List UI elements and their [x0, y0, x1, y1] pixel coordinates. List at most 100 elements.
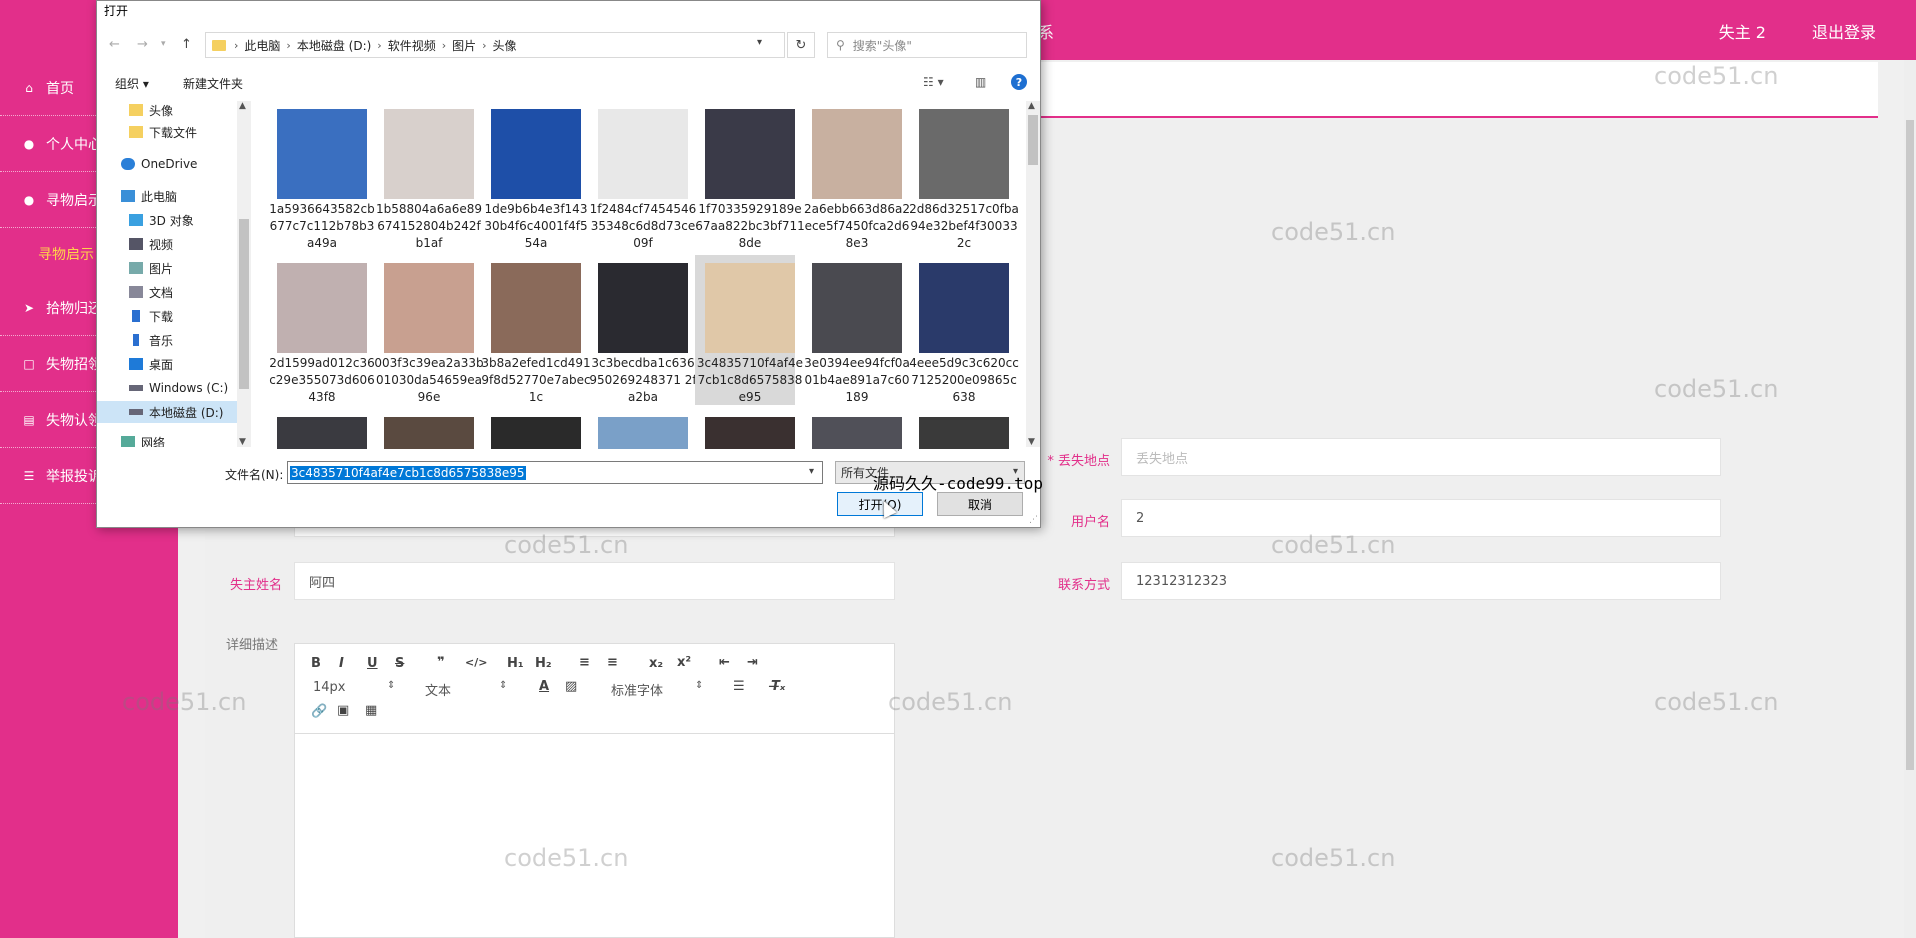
- thumbnail-image[interactable]: [491, 417, 581, 449]
- file-item[interactable]: 2d1599ad012c36c29e355073d60643f8: [267, 255, 375, 405]
- thumbnail-image[interactable]: [812, 417, 902, 449]
- font-size-select[interactable]: 14px: [313, 680, 346, 695]
- resize-grip-icon[interactable]: ⋰: [1029, 515, 1038, 525]
- ordered-list-button[interactable]: ≡: [579, 655, 590, 670]
- video-icon[interactable]: ▦: [365, 703, 377, 718]
- underline-button[interactable]: U: [367, 656, 378, 671]
- file-item[interactable]: 003f3c39ea2a33b01030da54659ea96e: [374, 255, 484, 405]
- preview-pane-icon[interactable]: ▥: [975, 75, 986, 89]
- font-color-button[interactable]: A: [539, 679, 549, 694]
- username-input[interactable]: 2: [1121, 499, 1721, 537]
- background-color-button[interactable]: ▨: [565, 679, 577, 694]
- cancel-button[interactable]: 取消: [937, 492, 1023, 516]
- file-scroll-thumb[interactable]: [1028, 115, 1038, 165]
- breadcrumb-pictures[interactable]: 图片: [452, 37, 476, 54]
- help-icon[interactable]: ?: [1011, 74, 1027, 90]
- outdent-button[interactable]: ⇤: [719, 655, 730, 670]
- back-arrow-icon[interactable]: ←: [109, 37, 120, 52]
- page-scrollbar[interactable]: [1904, 60, 1916, 938]
- contact-input[interactable]: 12312312323: [1121, 562, 1721, 600]
- bold-button[interactable]: B: [311, 656, 321, 671]
- file-item[interactable]: 3c4835710f4af4e7cb1c8d6575838e95: [695, 255, 803, 405]
- filename-input[interactable]: 3c4835710f4af4e7cb1c8d6575838e95: [287, 461, 823, 484]
- file-item[interactable]: 4eee5d9c3c620cc7125200e09865c638: [909, 255, 1019, 405]
- header-user[interactable]: 失主 2: [1719, 19, 1766, 43]
- nav-item-drive-d[interactable]: 本地磁盘 (D:): [97, 401, 249, 423]
- recent-chevron-icon[interactable]: ▾: [161, 39, 166, 49]
- page-scroll-thumb[interactable]: [1906, 120, 1914, 770]
- lost-place-input[interactable]: 丢失地点: [1121, 438, 1721, 476]
- view-options-icon[interactable]: ☷ ▾: [923, 75, 944, 89]
- clear-format-button[interactable]: T̶ₓ: [771, 679, 785, 694]
- rich-text-editor[interactable]: B I U S ❞ </> H₁ H₂ ≡ ≡ x₂ x² ⇤ ⇥ 14px ⇕…: [294, 643, 895, 938]
- thumbnail-image[interactable]: [919, 417, 1009, 449]
- scroll-up-icon[interactable]: ▲: [1028, 101, 1035, 111]
- subscript-button[interactable]: x₂: [649, 656, 663, 671]
- quote-button[interactable]: ❞: [437, 655, 445, 670]
- nav-item-downloads-folder[interactable]: 下载文件: [97, 121, 249, 143]
- align-button[interactable]: ☰: [733, 679, 745, 694]
- organize-button[interactable]: 组织 ▾: [115, 75, 149, 92]
- file-item[interactable]: 3b8a2efed1cd4919f8d52770e7abec1c: [481, 255, 591, 405]
- nav-item-pictures[interactable]: 图片: [97, 257, 249, 279]
- nav-item-documents[interactable]: 文档: [97, 281, 249, 303]
- logout-link[interactable]: 退出登录: [1812, 19, 1876, 43]
- nav-item-music[interactable]: 音乐: [97, 329, 249, 351]
- h1-button[interactable]: H₁: [507, 656, 524, 671]
- contact-label: 联系方式: [1057, 578, 1110, 593]
- code-button[interactable]: </>: [465, 656, 487, 669]
- thumbnail-image[interactable]: [598, 417, 688, 449]
- nav-item-3d-objects[interactable]: 3D 对象: [97, 209, 249, 231]
- file-item[interactable]: 1f2484cf745454635348c6d8d73ce09f: [588, 101, 696, 251]
- bullet-list-button[interactable]: ≡: [607, 655, 618, 670]
- scroll-down-icon[interactable]: ▼: [239, 437, 246, 447]
- strike-button[interactable]: S: [395, 656, 404, 671]
- nav-scrollbar[interactable]: ▲ ▼: [237, 101, 251, 447]
- breadcrumb-pc[interactable]: 此电脑: [244, 37, 280, 54]
- file-name: 1b58804a6a6e89674152804b242fb1af: [375, 202, 483, 250]
- nav-item-drive-c[interactable]: Windows (C:): [97, 377, 249, 399]
- scroll-up-icon[interactable]: ▲: [239, 101, 246, 111]
- nav-item-avatar[interactable]: 头像: [97, 99, 249, 121]
- breadcrumb-avatar[interactable]: 头像: [493, 37, 517, 54]
- h2-button[interactable]: H₂: [535, 656, 552, 671]
- forward-arrow-icon[interactable]: →: [137, 37, 148, 52]
- link-icon[interactable]: 🔗: [311, 704, 327, 719]
- new-folder-button[interactable]: 新建文件夹: [183, 75, 243, 92]
- breadcrumb-drive-d[interactable]: 本地磁盘 (D:): [297, 37, 371, 54]
- up-arrow-icon[interactable]: ↑: [181, 37, 192, 52]
- nav-item-network[interactable]: 网络: [97, 431, 249, 447]
- address-bar[interactable]: › 此电脑 › 本地磁盘 (D:) › 软件视频 › 图片 › 头像: [205, 32, 785, 58]
- thumbnail-image[interactable]: [384, 417, 474, 449]
- nav-item-downloads[interactable]: 下载: [97, 305, 249, 327]
- file-item[interactable]: 2d86d32517c0fba94e32bef4f300332c: [909, 101, 1019, 251]
- file-item[interactable]: 1de9b6b4e3f14330b4f6c4001f4f554a: [481, 101, 588, 251]
- nav-item-onedrive[interactable]: OneDrive: [97, 153, 249, 175]
- search-input[interactable]: ⚲ 搜索"头像": [827, 32, 1027, 58]
- file-item[interactable]: 1f70335929189e67aa822bc3bf7118de: [695, 101, 805, 251]
- nav-item-videos[interactable]: 视频: [97, 233, 249, 255]
- superscript-button[interactable]: x²: [677, 655, 691, 670]
- thumbnail-image[interactable]: [705, 417, 795, 449]
- breadcrumb-software-video[interactable]: 软件视频: [388, 37, 436, 54]
- chevron-down-icon[interactable]: ▾: [757, 37, 762, 48]
- nav-item-this-pc[interactable]: 此电脑: [97, 185, 249, 207]
- file-item[interactable]: 3c3becdba1c636950269248371 2fa2ba: [588, 255, 697, 405]
- font-family-select[interactable]: 标准字体: [611, 680, 663, 699]
- nav-item-desktop[interactable]: 桌面: [97, 353, 249, 375]
- file-item[interactable]: 3e0394ee94fcf0a01b4ae891a7c60189: [802, 255, 910, 405]
- thumbnail-image[interactable]: [277, 417, 367, 449]
- italic-button[interactable]: I: [339, 656, 344, 671]
- indent-button[interactable]: ⇥: [747, 655, 758, 670]
- file-scrollbar[interactable]: ▲ ▼: [1026, 101, 1040, 447]
- scroll-down-icon[interactable]: ▼: [1028, 437, 1035, 447]
- chevron-down-icon[interactable]: ▾: [809, 466, 814, 477]
- nav-scroll-thumb[interactable]: [239, 219, 249, 389]
- image-icon[interactable]: ▣: [337, 703, 349, 718]
- file-item[interactable]: 1a5936643582cb677c7c112b78b3a49a: [267, 101, 375, 251]
- refresh-icon[interactable]: ↻: [787, 32, 815, 58]
- text-type-select[interactable]: 文本: [425, 680, 451, 699]
- file-item[interactable]: 1b58804a6a6e89674152804b242fb1af: [374, 101, 482, 251]
- owner-name-input[interactable]: 阿四: [294, 562, 895, 600]
- file-item[interactable]: 2a6ebb663d86a2ece5f7450fca2d68e3: [802, 101, 910, 251]
